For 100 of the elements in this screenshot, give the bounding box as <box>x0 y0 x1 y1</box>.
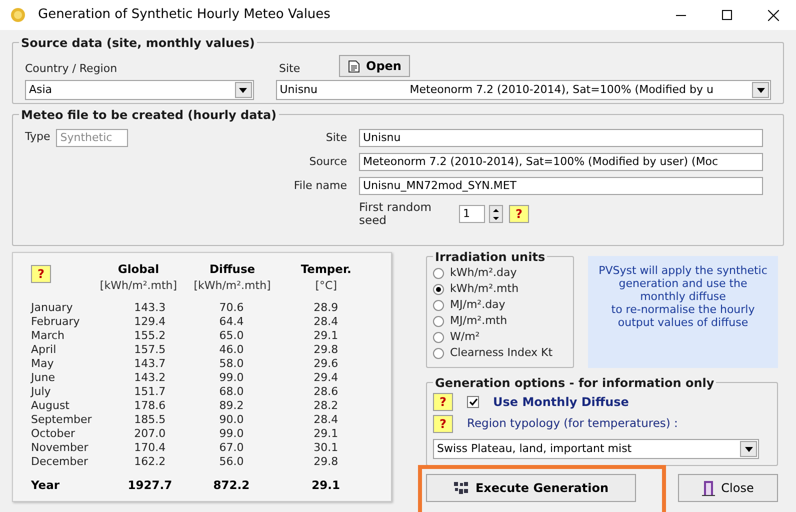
radio-button[interactable] <box>433 300 444 310</box>
minimize-icon <box>676 14 686 16</box>
input-field[interactable]: Unisnu <box>359 129 763 147</box>
table-cell-text: 58.0 <box>218 356 245 371</box>
column-unit: [°C] <box>315 278 337 294</box>
month-cell-text: Year <box>31 476 61 494</box>
radio-button[interactable] <box>433 284 444 294</box>
field-label: Site <box>279 60 302 76</box>
column-header: Diffuse <box>209 261 256 278</box>
checkbox[interactable] <box>467 396 479 408</box>
radio-label: kWh/m².mth <box>450 280 519 297</box>
spin-button[interactable] <box>489 205 503 223</box>
month-cell-text: November <box>31 440 90 455</box>
table-cell-text: 68.0 <box>218 384 245 399</box>
table-cell-text: 162.2 <box>133 454 167 469</box>
field-label: Source <box>308 154 348 170</box>
dropdown-button[interactable] <box>752 82 769 98</box>
month-cell-text: May <box>31 356 55 371</box>
table-cell-text: 129.4 <box>133 314 167 329</box>
table-cell-text: 28.9 <box>312 300 340 315</box>
door-icon <box>702 480 716 496</box>
month-cell-text: June <box>31 370 56 385</box>
dropdown-value: Swiss Plateau, land, important mist <box>437 440 632 457</box>
execute-button[interactable]: Execute Generation <box>426 474 636 502</box>
column-header: Global <box>118 261 160 278</box>
table-cell-text: 143.2 <box>133 370 167 385</box>
dropdown-button[interactable] <box>740 441 757 457</box>
open-button[interactable]: Open <box>339 55 410 77</box>
radio-button[interactable] <box>433 332 444 342</box>
table-cell-text: 29.1 <box>310 476 342 494</box>
input-field[interactable]: Meteonorm 7.2 (2010-2014), Sat=100% (Modified by user) (Moc <box>359 153 763 171</box>
table-cell-text: 872.2 <box>212 476 251 494</box>
table-cell-text: 151.7 <box>133 384 167 399</box>
month-cell-text: August <box>31 398 70 413</box>
help-button[interactable]: ? <box>433 393 453 411</box>
month-cell-text: September <box>31 412 93 427</box>
column-unit: [kWh/m².mth] <box>100 278 178 294</box>
table-cell-text: 67.0 <box>218 440 245 455</box>
month-cell-text: July <box>31 384 52 399</box>
close-icon <box>768 10 778 20</box>
table-cell-text: 28.4 <box>312 314 340 329</box>
table-cell-text: 170.4 <box>133 440 167 455</box>
radio-label: MJ/m².mth <box>450 312 508 329</box>
table-cell-text: 29.6 <box>312 356 340 371</box>
sun-icon <box>10 7 26 23</box>
table-cell-text: 207.0 <box>133 426 167 441</box>
caret-icon <box>744 446 752 452</box>
up-arrow-icon <box>493 208 499 212</box>
table-cell-text: 143.7 <box>133 356 167 371</box>
table-cell-text: 90.0 <box>218 412 245 427</box>
field-label: Site <box>324 130 348 146</box>
field-label: Country / Region <box>25 60 118 76</box>
country-dropdown[interactable]: Asia <box>25 80 254 100</box>
radio-button[interactable] <box>433 316 444 326</box>
caret-icon <box>239 88 248 92</box>
help-button[interactable]: ? <box>509 205 529 223</box>
month-cell-text: April <box>31 342 58 357</box>
month-cell-text: January <box>31 300 74 315</box>
month-cell-text: March <box>31 328 66 343</box>
table-cell-text: 28.2 <box>312 398 340 413</box>
table-cell-text: 29.1 <box>312 328 340 343</box>
dropdown-value: Unisnu <box>280 82 319 98</box>
table-cell-text: 64.4 <box>218 314 245 329</box>
table-cell-text: 185.5 <box>133 412 167 427</box>
table-cell-text: 157.5 <box>133 342 167 357</box>
radio-button[interactable] <box>433 268 444 278</box>
table-cell-text: 30.1 <box>312 440 340 455</box>
table-cell-text: 70.6 <box>218 300 245 315</box>
table-cell-text: 178.6 <box>133 398 167 413</box>
column-header: Temper. <box>300 261 352 278</box>
region-dropdown[interactable]: Swiss Plateau, land, important mist <box>433 439 759 459</box>
help-button[interactable]: ? <box>31 265 51 283</box>
checkbox-label: Use Monthly Diffuse <box>493 394 629 411</box>
help-button[interactable]: ? <box>433 415 453 433</box>
radio-label: W/m² <box>450 328 480 345</box>
input-field[interactable]: 1 <box>459 205 485 223</box>
table-cell-text: 29.8 <box>312 454 340 469</box>
table-cell-text: 99.0 <box>218 370 245 385</box>
info-text: to re-normalise the hourly output values of diffuse <box>610 303 756 329</box>
table-cell-text: 89.2 <box>218 398 245 413</box>
close-dialog-button[interactable]: Close <box>678 474 778 502</box>
input-field[interactable]: Unisnu_MN72mod_SYN.MET <box>359 177 763 195</box>
dropdown-button[interactable] <box>234 82 252 98</box>
grid-icon <box>453 481 470 495</box>
table-cell-text: 28.4 <box>312 412 340 427</box>
column-unit: [kWh/m².mth] <box>194 278 271 294</box>
dropdown-value: Asia <box>29 82 52 98</box>
site-dropdown[interactable]: Unisnu Meteonorm 7.2 (2010-2014), Sat=100% (Modified by u <box>276 80 771 100</box>
radio-button[interactable] <box>433 348 444 358</box>
table-cell-text: 56.0 <box>218 454 245 469</box>
table-cell-text: 143.3 <box>133 300 167 315</box>
field-label: Region typology (for temperatures) : <box>467 415 678 432</box>
table-cell-text: 65.0 <box>218 328 245 343</box>
table-cell-text: 29.8 <box>312 342 340 357</box>
radio-label: Clearness Index Kt <box>450 344 553 361</box>
input-field[interactable]: Synthetic <box>56 129 128 147</box>
month-cell-text: December <box>31 454 90 469</box>
table-cell-text: 155.2 <box>133 328 167 343</box>
table-cell-text: 29.1 <box>312 426 340 441</box>
table-cell-text: 28.6 <box>312 384 340 399</box>
